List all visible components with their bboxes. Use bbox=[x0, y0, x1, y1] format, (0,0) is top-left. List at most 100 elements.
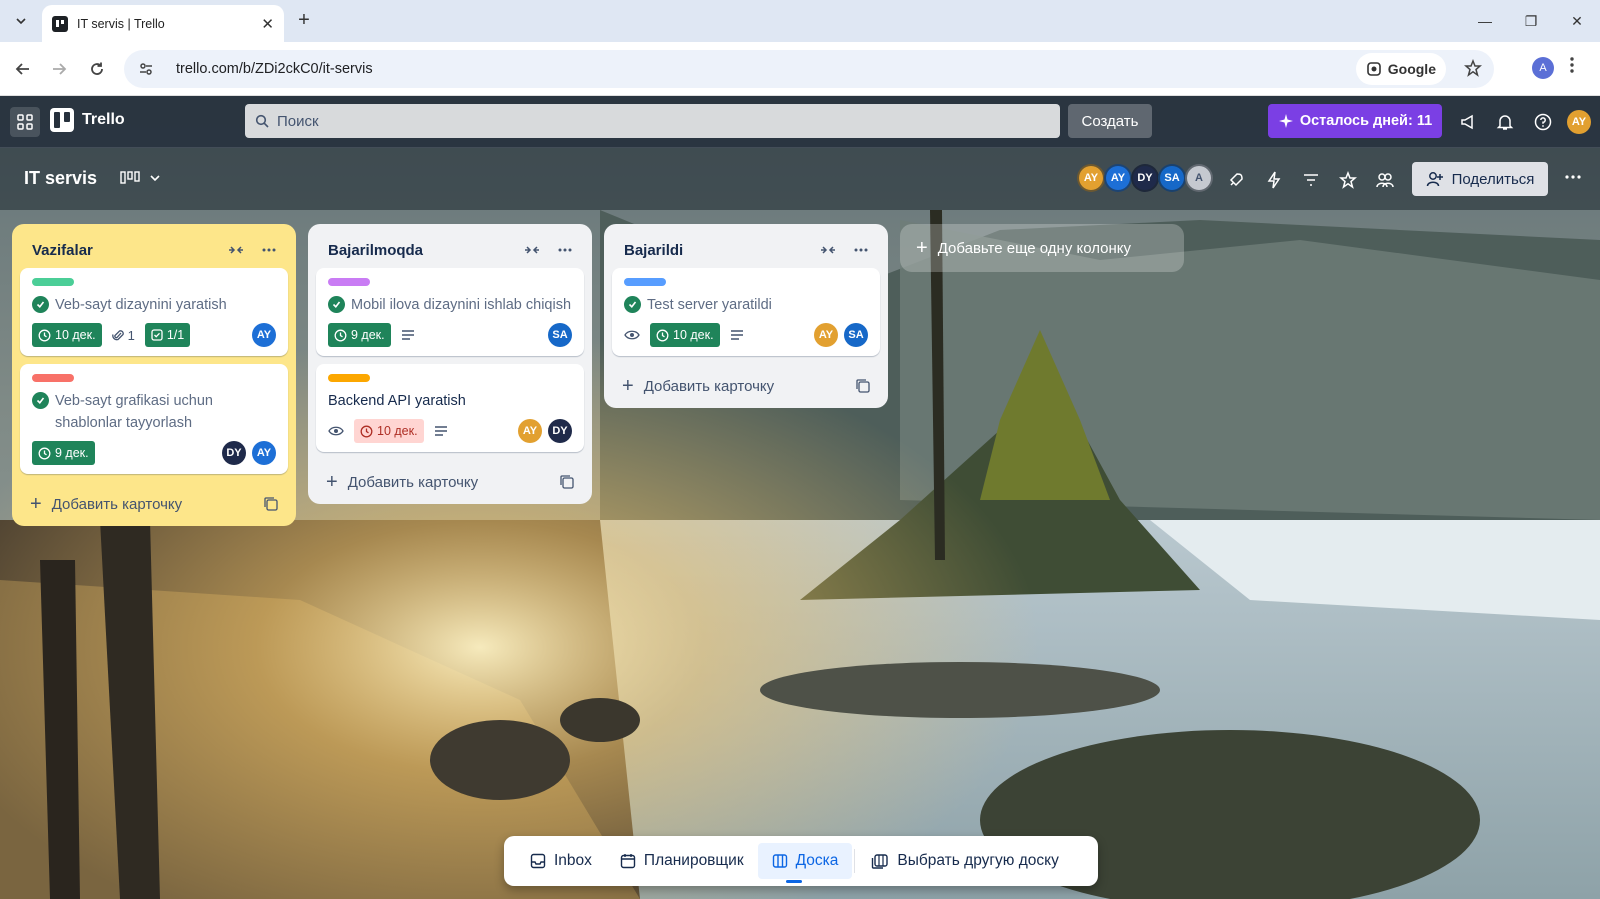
card[interactable]: Backend API yaratish 10 дек. AY DY bbox=[316, 364, 584, 452]
list-header[interactable]: Vazifalar bbox=[20, 232, 288, 268]
browser-tab[interactable]: IT servis | Trello ✕ bbox=[42, 5, 284, 42]
card-member-avatar[interactable]: SA bbox=[548, 323, 572, 347]
close-window-button[interactable]: ✕ bbox=[1554, 0, 1600, 42]
template-icon[interactable] bbox=[264, 497, 278, 511]
board-member-avatar[interactable]: DY bbox=[1131, 164, 1159, 192]
share-button[interactable]: Поделиться bbox=[1412, 162, 1548, 196]
template-icon[interactable] bbox=[856, 379, 870, 393]
switch-board-icon bbox=[872, 854, 889, 869]
due-date-badge-overdue[interactable]: 10 дек. bbox=[354, 419, 424, 443]
restore-button[interactable]: ❐ bbox=[1508, 0, 1554, 42]
due-date-badge[interactable]: 9 дек. bbox=[328, 323, 391, 347]
planner-label: Планировщик bbox=[643, 852, 744, 869]
list-title[interactable]: Bajarilmoqda bbox=[328, 242, 423, 259]
megaphone-icon[interactable] bbox=[1455, 109, 1481, 135]
list-header[interactable]: Bajarilmoqda bbox=[316, 232, 584, 268]
bell-icon[interactable] bbox=[1492, 109, 1518, 135]
trello-favicon-icon bbox=[52, 15, 68, 32]
forward-button[interactable] bbox=[47, 57, 71, 81]
board-member-avatar[interactable]: SA bbox=[1158, 164, 1186, 192]
apps-grid-button[interactable] bbox=[10, 107, 40, 137]
planner-button[interactable]: Планировщик bbox=[606, 843, 758, 879]
plus-icon: + bbox=[622, 375, 634, 397]
address-bar[interactable]: trello.com/b/ZDi2ckC0/it-servis Google bbox=[124, 50, 1494, 88]
complete-check-icon[interactable] bbox=[32, 296, 49, 313]
add-column-button[interactable]: + Добавьте еще одну колонку bbox=[900, 224, 1184, 272]
list-title[interactable]: Vazifalar bbox=[32, 242, 93, 259]
template-icon[interactable] bbox=[560, 475, 574, 489]
card-label[interactable] bbox=[32, 374, 74, 382]
description-icon bbox=[401, 329, 415, 341]
divider bbox=[854, 849, 856, 873]
card-label[interactable] bbox=[624, 278, 666, 286]
collapse-icon[interactable] bbox=[820, 244, 836, 256]
card-member-avatar[interactable]: DY bbox=[548, 419, 572, 443]
bookmark-star-icon[interactable] bbox=[1464, 59, 1482, 77]
card[interactable]: Veb-sayt grafikasi uchun shablonlar tayy… bbox=[20, 364, 288, 474]
user-avatar[interactable]: AY bbox=[1567, 110, 1591, 134]
site-settings-icon[interactable] bbox=[138, 61, 158, 77]
minimize-button[interactable]: — bbox=[1462, 0, 1508, 42]
search-icon bbox=[255, 114, 269, 128]
complete-check-icon[interactable] bbox=[624, 296, 641, 313]
card[interactable]: Veb-sayt dizaynini yaratish 10 дек. 1 1/… bbox=[20, 268, 288, 356]
browser-menu-icon[interactable] bbox=[1570, 56, 1574, 74]
browser-profile-avatar[interactable]: A bbox=[1532, 57, 1554, 79]
filter-icon[interactable] bbox=[1299, 168, 1323, 192]
new-tab-button[interactable]: + bbox=[292, 9, 316, 32]
add-card-button[interactable]: + Добавить карточку bbox=[20, 482, 288, 526]
board-title[interactable]: IT servis bbox=[24, 168, 97, 189]
board-member-avatar[interactable]: AY bbox=[1077, 164, 1105, 192]
collapse-icon[interactable] bbox=[524, 244, 540, 256]
card-member-avatar[interactable]: AY bbox=[252, 323, 276, 347]
card-member-avatar[interactable]: AY bbox=[518, 419, 542, 443]
card-member-avatar[interactable]: AY bbox=[252, 441, 276, 465]
due-date-badge[interactable]: 10 дек. bbox=[32, 323, 102, 347]
create-button[interactable]: Создать bbox=[1068, 104, 1152, 138]
due-date-badge[interactable]: 10 дек. bbox=[650, 323, 720, 347]
google-lens-chip[interactable]: Google bbox=[1355, 53, 1446, 85]
more-icon[interactable] bbox=[262, 248, 276, 252]
reload-button[interactable] bbox=[85, 57, 109, 81]
card-title: Veb-sayt grafikasi uchun shablonlar tayy… bbox=[55, 393, 213, 431]
list-header[interactable]: Bajarildi bbox=[612, 232, 880, 268]
group-icon[interactable] bbox=[1373, 168, 1397, 192]
card[interactable]: Test server yaratildi 10 дек. AY SA bbox=[612, 268, 880, 356]
complete-check-icon[interactable] bbox=[328, 296, 345, 313]
tab-search-button[interactable] bbox=[8, 8, 34, 34]
collapse-icon[interactable] bbox=[228, 244, 244, 256]
more-icon[interactable] bbox=[854, 248, 868, 252]
rocket-icon[interactable] bbox=[1224, 168, 1248, 192]
board-member-avatar[interactable]: A bbox=[1185, 164, 1213, 192]
add-card-button[interactable]: + Добавить карточку bbox=[316, 460, 584, 504]
board-member-avatar[interactable]: AY bbox=[1104, 164, 1132, 192]
switch-board-button[interactable]: Выбрать другую доску bbox=[857, 843, 1072, 879]
due-date-badge[interactable]: 9 дек. bbox=[32, 441, 95, 465]
card-label[interactable] bbox=[32, 278, 74, 286]
help-icon[interactable] bbox=[1530, 109, 1556, 135]
card-member-avatar[interactable]: AY bbox=[814, 323, 838, 347]
list-title[interactable]: Bajarildi bbox=[624, 242, 683, 259]
card-label[interactable] bbox=[328, 374, 370, 382]
close-tab-icon[interactable]: ✕ bbox=[261, 15, 274, 33]
more-icon[interactable] bbox=[558, 248, 572, 252]
add-card-button[interactable]: + Добавить карточку bbox=[612, 364, 880, 408]
back-button[interactable] bbox=[11, 57, 35, 81]
card-label[interactable] bbox=[328, 278, 370, 286]
card-member-avatar[interactable]: DY bbox=[222, 441, 246, 465]
inbox-button[interactable]: Inbox bbox=[516, 843, 606, 879]
search-placeholder: Поиск bbox=[277, 112, 319, 130]
complete-check-icon[interactable] bbox=[32, 392, 49, 409]
lightning-icon[interactable] bbox=[1262, 168, 1286, 192]
add-card-label: Добавить карточку bbox=[51, 495, 183, 513]
trello-logo[interactable]: Trello bbox=[50, 108, 125, 132]
board-tab-button[interactable]: Доска bbox=[757, 843, 853, 883]
trial-days-button[interactable]: Осталось дней: 11 bbox=[1268, 104, 1442, 138]
board-icon bbox=[772, 854, 787, 868]
card-member-avatar[interactable]: SA bbox=[844, 323, 868, 347]
card[interactable]: Mobil ilova dizaynini ishlab chiqish 9 д… bbox=[316, 268, 584, 356]
board-view-switch[interactable] bbox=[120, 170, 162, 186]
board-menu-icon[interactable] bbox=[1564, 168, 1582, 186]
star-icon[interactable] bbox=[1336, 168, 1360, 192]
search-input[interactable]: Поиск bbox=[245, 104, 1060, 138]
